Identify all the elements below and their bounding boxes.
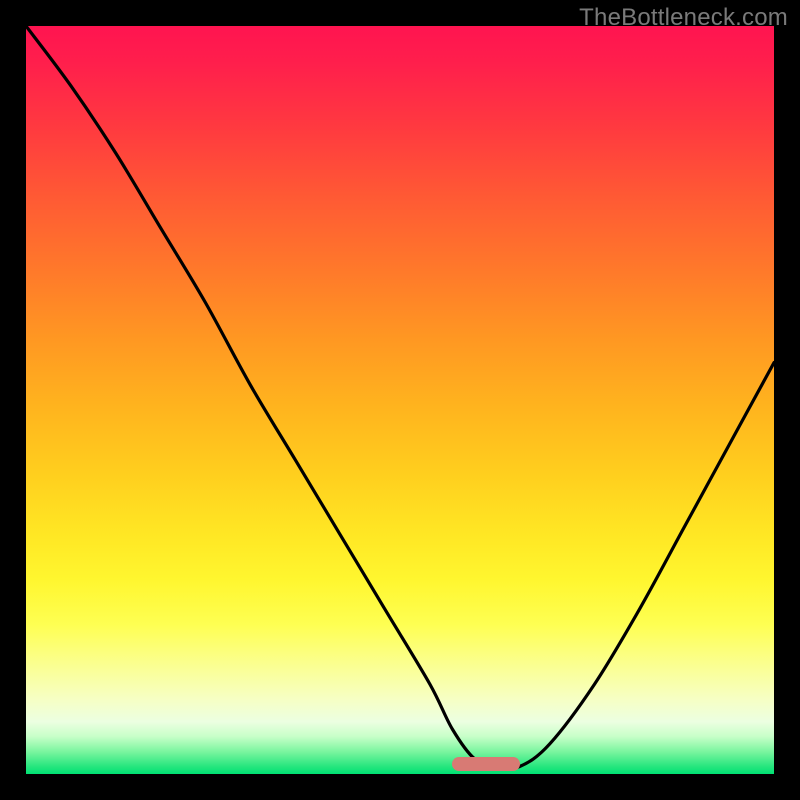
plot-area <box>26 26 774 774</box>
optimal-range-marker <box>452 757 519 771</box>
chart-frame: TheBottleneck.com <box>0 0 800 800</box>
watermark-text: TheBottleneck.com <box>579 4 788 32</box>
curve-path <box>26 26 774 768</box>
bottleneck-curve <box>26 26 774 774</box>
